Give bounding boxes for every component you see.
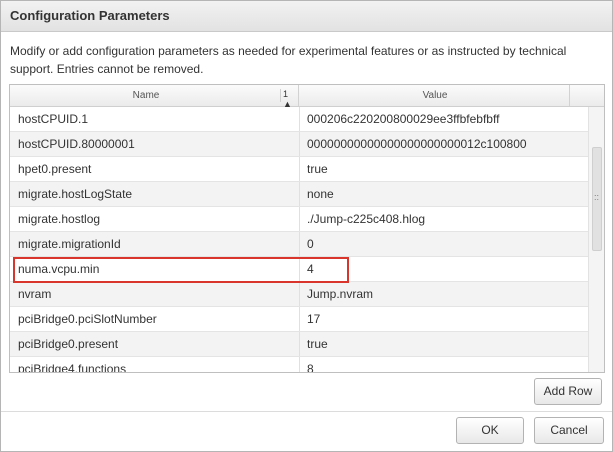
cancel-button[interactable]: Cancel xyxy=(534,417,604,444)
cell-value[interactable]: true xyxy=(300,332,588,356)
dialog-title: Configuration Parameters xyxy=(10,8,170,23)
cell-name[interactable]: migrate.hostLogState xyxy=(10,182,300,206)
table-row[interactable]: hostCPUID.1 000206c220200800029ee3ffbfeb… xyxy=(10,107,588,132)
cell-name[interactable]: pciBridge4.functions xyxy=(10,357,300,372)
cell-value[interactable]: 0 xyxy=(300,232,588,256)
parameters-table: Name 1 ▲ Value hostCPUID.1 000206c220200… xyxy=(9,84,605,373)
table-row[interactable]: pciBridge0.pciSlotNumber 17 xyxy=(10,307,588,332)
configuration-parameters-dialog: Configuration Parameters Modify or add c… xyxy=(0,0,613,452)
footer-divider xyxy=(1,411,612,412)
cell-name[interactable]: migrate.hostlog xyxy=(10,207,300,231)
cell-name[interactable]: pciBridge0.pciSlotNumber xyxy=(10,307,300,331)
cell-name[interactable]: pciBridge0.present xyxy=(10,332,300,356)
sort-ascending-icon[interactable]: 1 ▲ xyxy=(283,89,298,109)
add-row-button[interactable]: Add Row xyxy=(534,378,602,405)
table-row[interactable]: migrate.migrationId 0 xyxy=(10,232,588,257)
table-body: hostCPUID.1 000206c220200800029ee3ffbfeb… xyxy=(10,107,588,372)
table-row[interactable]: hpet0.present true xyxy=(10,157,588,182)
cell-value[interactable]: 8 xyxy=(300,357,588,372)
vertical-scrollbar[interactable]: :: xyxy=(588,107,604,372)
cell-value[interactable]: 4 xyxy=(300,257,588,281)
table-row[interactable]: nvram Jump.nvram xyxy=(10,282,588,307)
cell-name[interactable]: hostCPUID.80000001 xyxy=(10,132,300,156)
table-row[interactable]: pciBridge4.functions 8 xyxy=(10,357,588,372)
cell-value[interactable]: Jump.nvram xyxy=(300,282,588,306)
column-header-value-label: Value xyxy=(422,90,448,101)
table-row[interactable]: migrate.hostlog ./Jump-c225c408.hlog xyxy=(10,207,588,232)
column-divider xyxy=(280,89,281,102)
ok-button[interactable]: OK xyxy=(456,417,524,444)
table-row[interactable]: migrate.hostLogState none xyxy=(10,182,588,207)
cell-value[interactable]: 17 xyxy=(300,307,588,331)
table-row[interactable]: pciBridge0.present true xyxy=(10,332,588,357)
cell-name[interactable]: migrate.migrationId xyxy=(10,232,300,256)
cell-value[interactable]: 000206c220200800029ee3ffbfebfbff xyxy=(300,107,588,131)
cell-value[interactable]: true xyxy=(300,157,588,181)
cell-name[interactable]: nvram xyxy=(10,282,300,306)
scrollbar-thumb[interactable]: :: xyxy=(592,147,602,251)
table-header: Name 1 ▲ Value xyxy=(10,85,604,109)
column-header-name[interactable]: Name 1 ▲ xyxy=(10,85,299,109)
column-header-value[interactable]: Value xyxy=(300,85,570,106)
column-header-name-label: Name xyxy=(132,90,160,101)
cell-name[interactable]: hostCPUID.1 xyxy=(10,107,300,131)
cell-value[interactable]: 00000000000000000000000012c100800 xyxy=(300,132,588,156)
cell-name[interactable]: hpet0.present xyxy=(10,157,300,181)
cell-value[interactable]: none xyxy=(300,182,588,206)
grip-icon: :: xyxy=(594,192,600,202)
cell-name[interactable]: numa.vcpu.min xyxy=(10,257,300,281)
dialog-description: Modify or add configuration parameters a… xyxy=(10,44,567,76)
table-row-highlighted[interactable]: numa.vcpu.min 4 xyxy=(10,257,588,282)
cell-value[interactable]: ./Jump-c225c408.hlog xyxy=(300,207,588,231)
table-row[interactable]: hostCPUID.80000001 000000000000000000000… xyxy=(10,132,588,157)
dialog-title-bar[interactable]: Configuration Parameters xyxy=(1,1,612,32)
